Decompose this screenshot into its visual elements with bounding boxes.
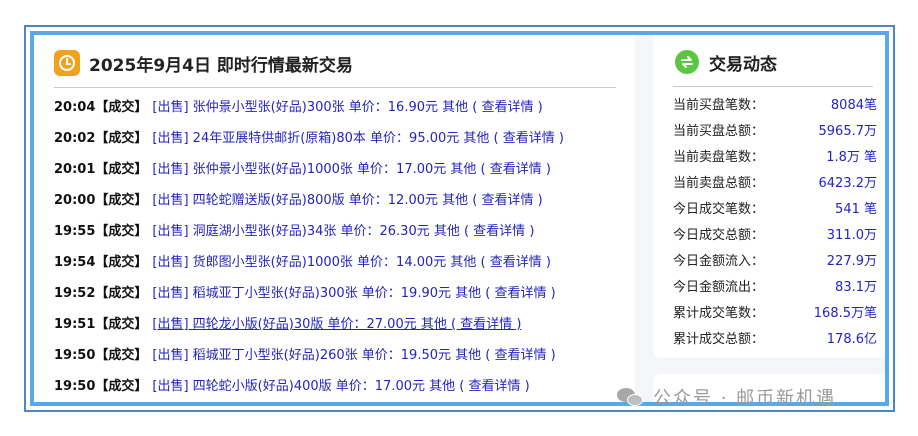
trade-link[interactable]: [出售] 稻城亚丁小型张(好品)300张 单价：19.90元 其他 ( 查看详情… bbox=[152, 286, 555, 301]
stat-row: 当前卖盘总额： 6423.2万 bbox=[673, 171, 877, 197]
stat-label: 今日金额流出： bbox=[673, 280, 765, 295]
trade-row: 19:51【成交】 [出售] 四轮龙小版(好品)30版 单价：27.00元 其他 … bbox=[54, 309, 629, 340]
stat-row: 今日金额流出： 83.1万 bbox=[673, 275, 877, 301]
stat-value: 178.6亿 bbox=[826, 332, 877, 347]
stat-row: 累计成交笔数： 168.5万笔 bbox=[673, 301, 877, 327]
trade-time: 19:52 bbox=[54, 286, 96, 301]
trade-status: 【成交】 bbox=[95, 193, 148, 208]
stat-value: 168.5万笔 bbox=[813, 306, 877, 321]
trade-link[interactable]: [出售] 货郎图小型张(好品)1000张 单价：14.00元 其他 ( 查看详情… bbox=[152, 255, 551, 270]
stats-list: 当前买盘笔数： 8084笔 当前买盘总额： 5965.7万 当前卖盘笔数： 1.8万 笔当… bbox=[673, 93, 877, 353]
stat-label: 当前买盘总额： bbox=[673, 124, 765, 139]
latest-trades-panel: 2025年9月4日 即时行情最新交易 20:04【成交】 [出售] 张仲景小型张(… bbox=[34, 35, 635, 402]
stat-value: 83.1万 bbox=[835, 280, 877, 295]
stat-label: 累计成交总额： bbox=[673, 332, 765, 347]
trade-link[interactable]: [出售] 张仲景小型张(好品)1000张 单价：17.00元 其他 ( 查看详情… bbox=[152, 162, 551, 177]
stat-label: 今日成交笔数： bbox=[673, 202, 765, 217]
trade-row: 20:01【成交】 [出售] 张仲景小型张(好品)1000张 单价：17.00元 … bbox=[54, 154, 629, 185]
watermark-text: 公众号 · 邮币新机遇 bbox=[653, 388, 837, 409]
trade-link[interactable]: [出售] 24年亚展特供邮折(原箱)80本 单价：95.00元 其他 ( 查看详… bbox=[152, 131, 564, 146]
trade-row: 20:02【成交】 [出售] 24年亚展特供邮折(原箱)80本 单价：95.00元… bbox=[54, 123, 629, 154]
trade-row: 19:50【成交】 [出售] 四轮蛇小版(好品)400版 单价：17.00元 其他… bbox=[54, 371, 629, 402]
stat-value: 1.8万 笔 bbox=[826, 150, 877, 165]
stat-label: 当前卖盘笔数： bbox=[673, 150, 765, 165]
trade-status: 【成交】 bbox=[95, 224, 148, 239]
trade-time: 20:02 bbox=[54, 131, 96, 146]
trade-status: 【成交】 bbox=[95, 286, 148, 301]
stat-row: 今日金额流入： 227.9万 bbox=[673, 249, 877, 275]
wechat-icon bbox=[617, 386, 645, 408]
stat-row: 今日成交总额： 311.0万 bbox=[673, 223, 877, 249]
trade-stats-title: 交易动态 bbox=[709, 54, 777, 75]
trade-time: 19:55 bbox=[54, 224, 96, 239]
stat-row: 累计成交总额： 178.6亿 bbox=[673, 327, 877, 353]
trade-time: 20:00 bbox=[54, 193, 96, 208]
trade-time: 20:04 bbox=[54, 100, 96, 115]
trade-status: 【成交】 bbox=[95, 131, 148, 146]
stat-value: 6423.2万 bbox=[818, 176, 878, 191]
stat-label: 当前买盘笔数： bbox=[673, 98, 765, 113]
stat-value: 311.0万 bbox=[826, 228, 877, 243]
trade-stats-header: 交易动态 bbox=[675, 47, 777, 77]
clock-icon bbox=[54, 50, 80, 76]
trade-row: 19:54【成交】 [出售] 货郎图小型张(好品)1000张 单价：14.00元 … bbox=[54, 247, 629, 278]
trade-list: 20:04【成交】 [出售] 张仲景小型张(好品)300张 单价：16.90元 其… bbox=[54, 92, 629, 402]
trade-time: 19:50 bbox=[54, 379, 96, 394]
trade-link[interactable]: [出售] 张仲景小型张(好品)300张 单价：16.90元 其他 ( 查看详情 … bbox=[152, 100, 542, 115]
trade-status: 【成交】 bbox=[95, 379, 148, 394]
stat-label: 累计成交笔数： bbox=[673, 306, 765, 321]
trade-link[interactable]: [出售] 四轮蛇小版(好品)400版 单价：17.00元 其他 ( 查看详情 ) bbox=[152, 379, 529, 394]
stat-label: 今日金额流入： bbox=[673, 254, 765, 269]
trade-time: 19:50 bbox=[54, 348, 96, 363]
trade-status: 【成交】 bbox=[95, 348, 148, 363]
stat-row: 当前卖盘笔数： 1.8万 笔 bbox=[673, 145, 877, 171]
stat-row: 当前买盘笔数： 8084笔 bbox=[673, 93, 877, 119]
stat-row: 今日成交笔数： 541 笔 bbox=[673, 197, 877, 223]
latest-trades-title: 2025年9月4日 即时行情最新交易 bbox=[89, 55, 353, 76]
trade-time: 19:51 bbox=[54, 317, 96, 332]
trade-link[interactable]: [出售] 四轮蛇赠送版(好品)800版 单价：12.00元 其他 ( 查看详情 … bbox=[152, 193, 542, 208]
trade-row: 19:55【成交】 [出售] 洞庭湖小型张(好品)34张 单价：26.30元 其他… bbox=[54, 216, 629, 247]
stat-row: 当前买盘总额： 5965.7万 bbox=[673, 119, 877, 145]
trade-status: 【成交】 bbox=[95, 317, 148, 332]
stats-divider bbox=[673, 86, 873, 87]
trade-time: 20:01 bbox=[54, 162, 96, 177]
trade-row: 20:00【成交】 [出售] 四轮蛇赠送版(好品)800版 单价：12.00元 其… bbox=[54, 185, 629, 216]
watermark: 公众号 · 邮币新机遇 bbox=[617, 382, 836, 412]
header-divider bbox=[54, 87, 616, 88]
stat-label: 当前卖盘总额： bbox=[673, 176, 765, 191]
trade-status: 【成交】 bbox=[95, 100, 148, 115]
stat-value: 8084笔 bbox=[830, 98, 877, 113]
trade-status: 【成交】 bbox=[95, 162, 148, 177]
trade-stats-panel: 交易动态 当前买盘笔数： 8084笔当前买盘总额： 5965.7万当前卖盘笔数： 1.… bbox=[653, 35, 885, 358]
trade-row: 20:04【成交】 [出售] 张仲景小型张(好品)300张 单价：16.90元 其… bbox=[54, 92, 629, 123]
trade-row: 19:52【成交】 [出售] 稻城亚丁小型张(好品)300张 单价：19.90元 … bbox=[54, 278, 629, 309]
stat-value: 541 笔 bbox=[835, 202, 877, 217]
latest-trades-header: 2025年9月4日 即时行情最新交易 bbox=[54, 45, 353, 81]
stat-value: 227.9万 bbox=[826, 254, 877, 269]
swap-icon bbox=[675, 50, 699, 74]
stat-label: 今日成交总额： bbox=[673, 228, 765, 243]
inner-frame: 2025年9月4日 即时行情最新交易 20:04【成交】 [出售] 张仲景小型张(… bbox=[30, 31, 889, 406]
trade-status: 【成交】 bbox=[95, 255, 148, 270]
stat-value: 5965.7万 bbox=[818, 124, 878, 139]
trade-time: 19:54 bbox=[54, 255, 96, 270]
trade-link[interactable]: [出售] 稻城亚丁小型张(好品)260张 单价：19.50元 其他 ( 查看详情… bbox=[152, 348, 555, 363]
trade-row: 19:50【成交】 [出售] 稻城亚丁小型张(好品)260张 单价：19.50元 … bbox=[54, 340, 629, 371]
trade-link[interactable]: [出售] 四轮龙小版(好品)30版 单价：27.00元 其他 ( 查看详情 ) bbox=[152, 317, 521, 332]
trade-link[interactable]: [出售] 洞庭湖小型张(好品)34张 单价：26.30元 其他 ( 查看详情 ) bbox=[152, 224, 534, 239]
